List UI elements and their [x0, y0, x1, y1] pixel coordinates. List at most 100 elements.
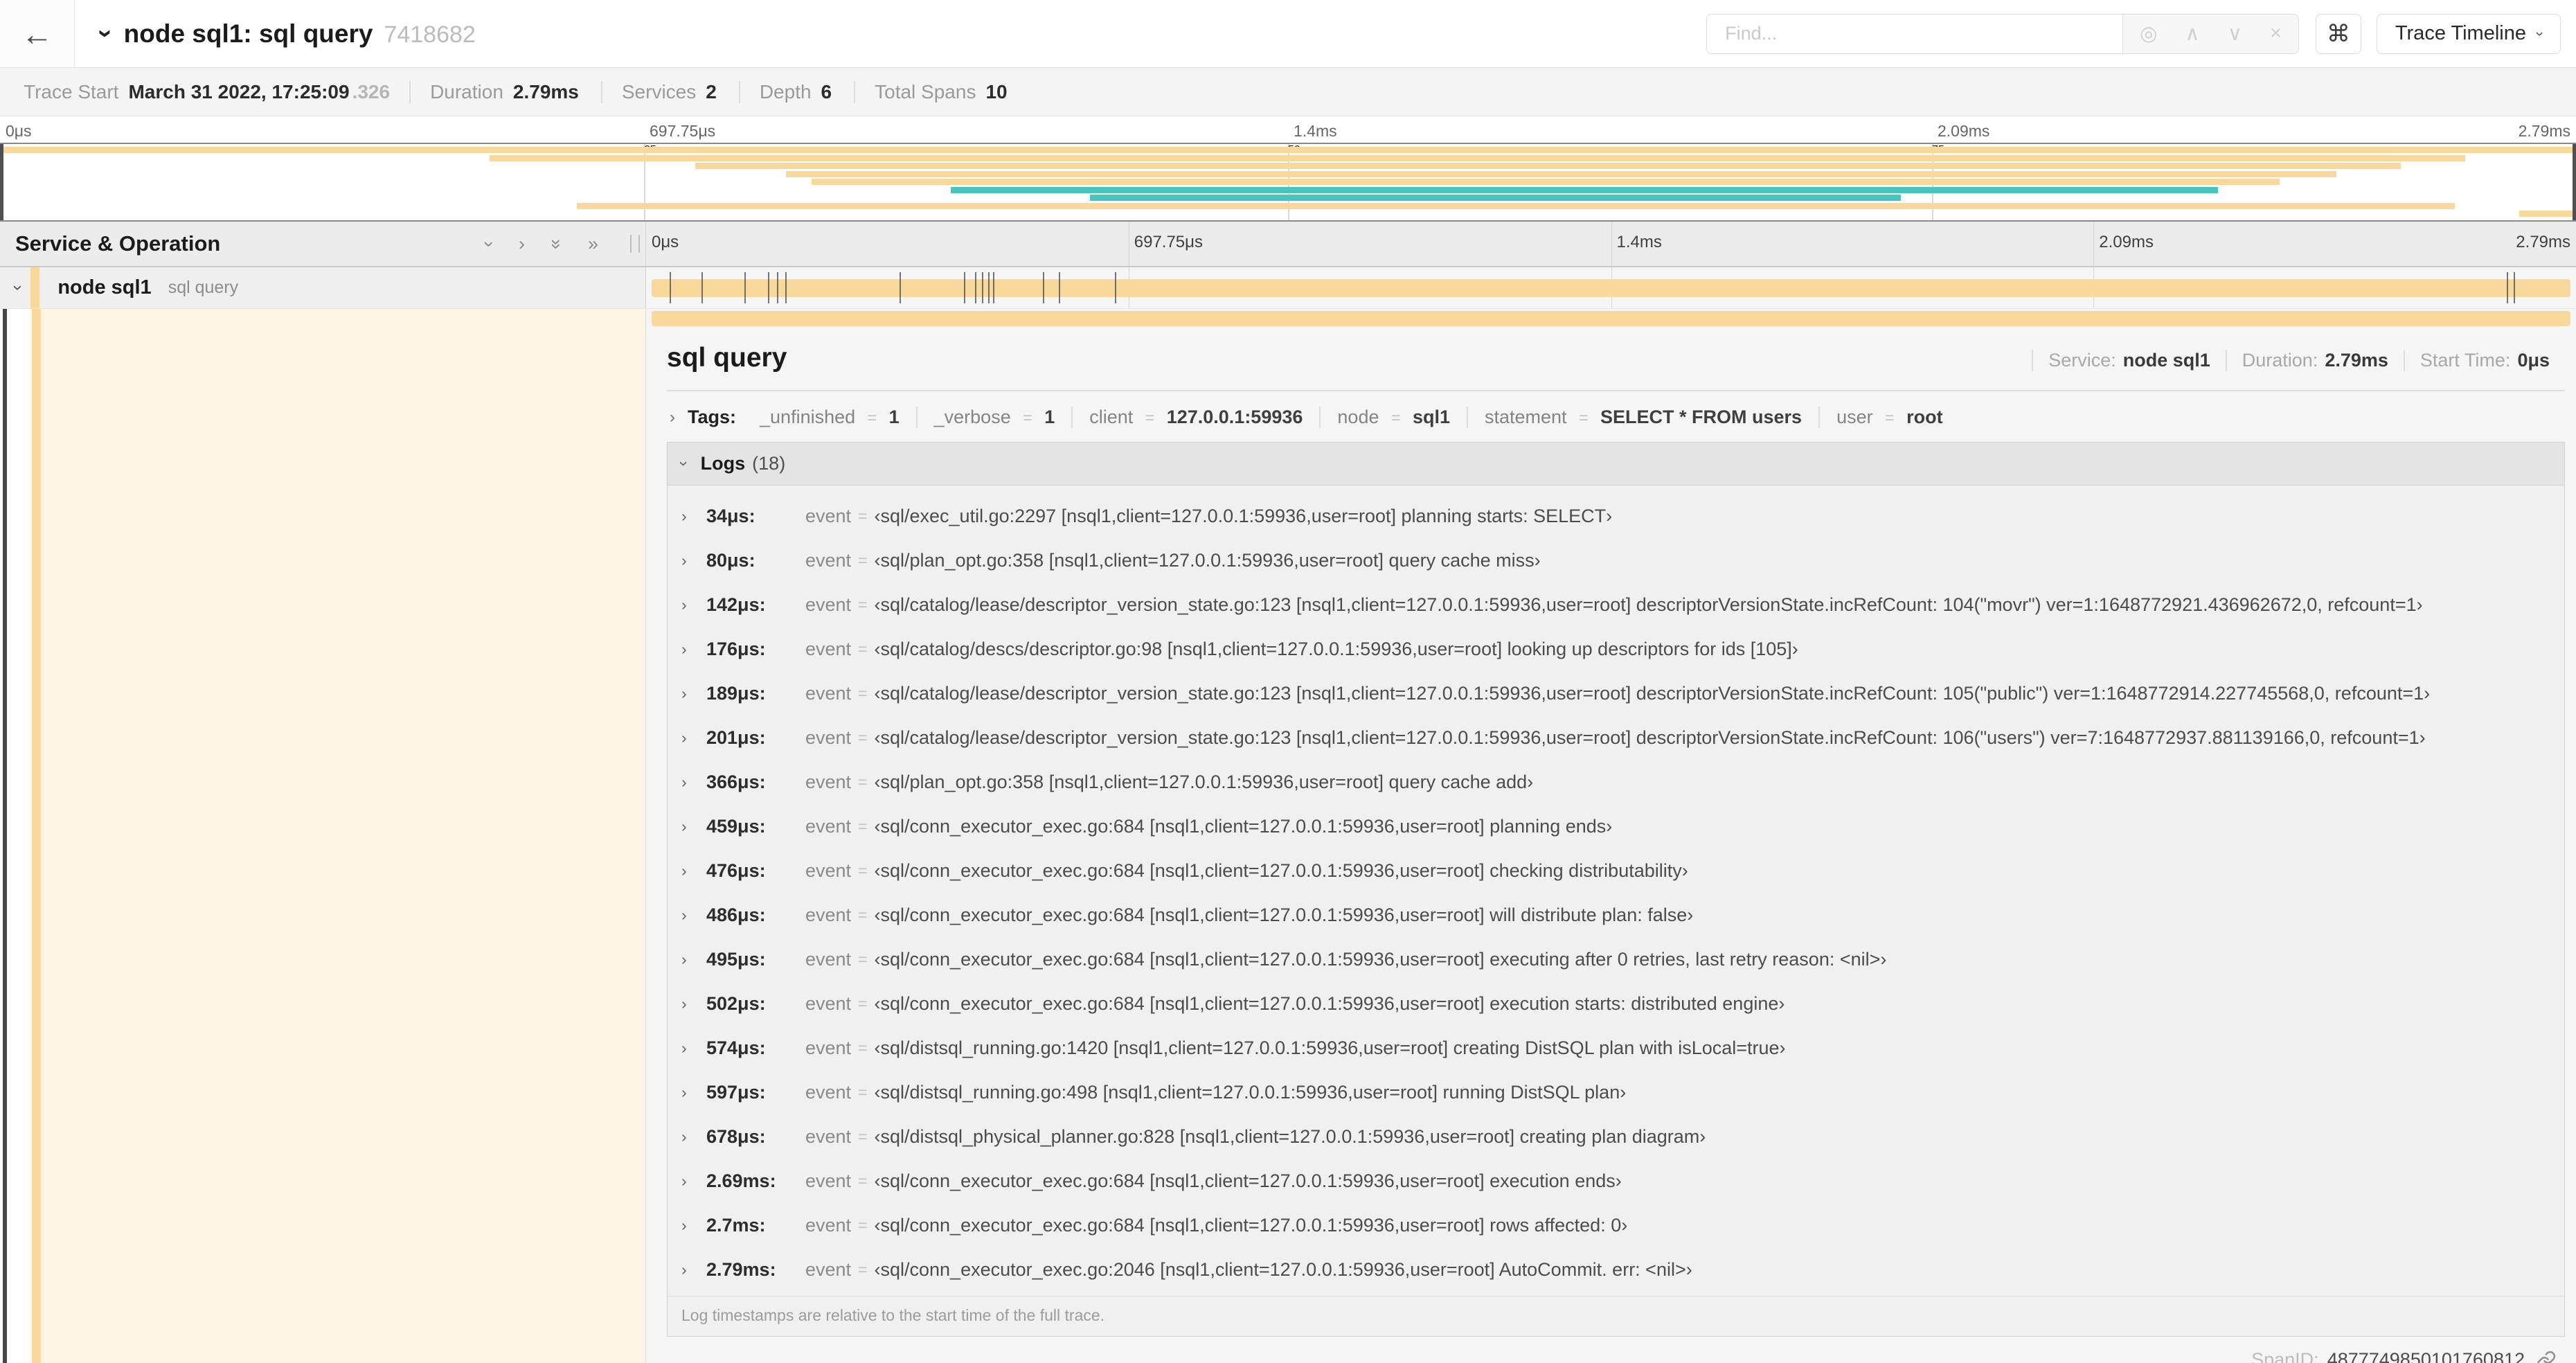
- logs-footnote: Log timestamps are relative to the start…: [668, 1296, 2564, 1336]
- collapse-trace-icon[interactable]: ›: [91, 29, 120, 38]
- log-entry[interactable]: › 2.69ms: event = ‹sql/conn_executor_exe…: [668, 1159, 2564, 1203]
- log-expand-icon[interactable]: ›: [681, 1260, 706, 1279]
- expand-all-icon[interactable]: »: [588, 233, 598, 255]
- keyboard-shortcuts-button[interactable]: ⌘: [2315, 13, 2361, 54]
- log-marker[interactable]: [744, 272, 746, 303]
- log-marker[interactable]: [2507, 272, 2509, 303]
- log-entry[interactable]: › 34μs: event = ‹sql/exec_util.go:2297 […: [668, 494, 2564, 538]
- deep-link-icon[interactable]: [2536, 1350, 2557, 1363]
- minimap-tick-label: 0μs: [6, 122, 32, 140]
- log-expand-icon[interactable]: ›: [681, 551, 706, 570]
- equals-sign: =: [858, 728, 868, 747]
- column-resize-handle[interactable]: [630, 235, 640, 253]
- log-entry[interactable]: › 80μs: event = ‹sql/plan_opt.go:358 [ns…: [668, 538, 2564, 582]
- back-button[interactable]: ←: [0, 0, 75, 67]
- log-expand-icon[interactable]: ›: [681, 995, 706, 1013]
- log-expand-icon[interactable]: ›: [681, 862, 706, 880]
- log-marker[interactable]: [767, 272, 769, 303]
- log-expand-icon[interactable]: ›: [681, 906, 706, 925]
- log-expand-icon[interactable]: ›: [681, 1039, 706, 1058]
- collapse-children-icon[interactable]: ›: [8, 285, 28, 290]
- log-marker[interactable]: [1059, 272, 1061, 303]
- log-entry[interactable]: › 502μs: event = ‹sql/conn_executor_exec…: [668, 981, 2564, 1026]
- span-id-value: 4877749850101760812: [2327, 1349, 2525, 1363]
- next-match-icon[interactable]: ∨: [2228, 21, 2242, 46]
- log-expand-icon[interactable]: ›: [681, 507, 706, 526]
- span-duration-bar[interactable]: [652, 278, 2570, 297]
- log-expand-icon[interactable]: ›: [681, 1128, 706, 1146]
- minimap-canvas[interactable]: 25 50 75: [0, 143, 2576, 222]
- log-marker[interactable]: [1043, 272, 1045, 303]
- tags-expand-icon[interactable]: ›: [670, 408, 675, 427]
- log-field-key: event: [805, 505, 852, 526]
- minimap-span-bar: [0, 147, 2576, 153]
- expand-one-icon[interactable]: ›: [519, 233, 525, 255]
- minimap-span-bar: [577, 202, 2456, 209]
- log-marker[interactable]: [899, 272, 901, 303]
- minimap-span-bar: [785, 170, 2337, 177]
- log-expand-icon[interactable]: ›: [681, 817, 706, 836]
- detail-span-accent-bar[interactable]: [652, 311, 2570, 326]
- collapse-deep-icon[interactable]: »: [546, 238, 567, 249]
- log-expand-icon[interactable]: ›: [681, 773, 706, 792]
- log-expand-icon[interactable]: ›: [681, 1083, 706, 1102]
- log-entry[interactable]: › 142μs: event = ‹sql/catalog/lease/desc…: [668, 582, 2564, 627]
- log-field-key: event: [805, 904, 852, 925]
- tags-section[interactable]: › Tags: _unfinished = 1 _verbose = 1 cli…: [667, 407, 2565, 428]
- log-entry[interactable]: › 2.7ms: event = ‹sql/conn_executor_exec…: [668, 1203, 2564, 1247]
- minimap-drag-handle-left[interactable]: [0, 144, 3, 220]
- log-marker[interactable]: [669, 272, 671, 303]
- log-entry[interactable]: › 574μs: event = ‹sql/distsql_running.go…: [668, 1026, 2564, 1070]
- prev-match-icon[interactable]: ∧: [2185, 21, 2199, 46]
- minimap-drag-handle-right[interactable]: [2573, 144, 2576, 220]
- locate-icon[interactable]: ◎: [2140, 21, 2157, 46]
- span-row-name-cell[interactable]: › node sql1 sql query: [0, 267, 646, 308]
- log-marker[interactable]: [2514, 272, 2516, 303]
- log-marker[interactable]: [701, 272, 703, 303]
- logs-header[interactable]: › Logs (18): [668, 443, 2564, 485]
- log-marker[interactable]: [1115, 272, 1117, 303]
- summary-item: Services 2: [600, 80, 739, 103]
- log-entry[interactable]: › 597μs: event = ‹sql/distsql_running.go…: [668, 1070, 2564, 1114]
- log-marker[interactable]: [988, 272, 990, 303]
- log-marker[interactable]: [963, 272, 965, 303]
- log-field-key: event: [805, 859, 852, 881]
- minimap-span-bar: [2519, 211, 2576, 217]
- log-expand-icon[interactable]: ›: [681, 684, 706, 703]
- log-marker[interactable]: [785, 272, 787, 303]
- service-name[interactable]: node sql1: [57, 276, 151, 299]
- log-marker[interactable]: [776, 272, 778, 303]
- log-field-value: ‹sql/plan_opt.go:358 [nsql1,client=127.0…: [874, 549, 1541, 571]
- log-entry[interactable]: › 366μs: event = ‹sql/plan_opt.go:358 [n…: [668, 760, 2564, 804]
- log-entry[interactable]: › 201μs: event = ‹sql/catalog/lease/desc…: [668, 715, 2564, 760]
- log-entry[interactable]: › 176μs: event = ‹sql/catalog/descs/desc…: [668, 627, 2564, 671]
- log-expand-icon[interactable]: ›: [681, 640, 706, 659]
- span-tree-indent-guide[interactable]: [3, 309, 7, 1363]
- log-entry[interactable]: › 678μs: event = ‹sql/distsql_physical_p…: [668, 1114, 2564, 1159]
- log-marker[interactable]: [982, 272, 984, 303]
- log-expand-icon[interactable]: ›: [681, 596, 706, 614]
- clear-find-icon[interactable]: ×: [2270, 22, 2282, 45]
- collapse-all-icon[interactable]: ›: [478, 241, 500, 247]
- log-entry[interactable]: › 495μs: event = ‹sql/conn_executor_exec…: [668, 937, 2564, 981]
- log-entry[interactable]: › 476μs: event = ‹sql/conn_executor_exec…: [668, 848, 2564, 893]
- tags-label: Tags:: [688, 407, 737, 427]
- trace-view-select[interactable]: Trace Timeline ›: [2376, 13, 2561, 54]
- find-input[interactable]: [1707, 14, 2123, 53]
- logs-collapse-icon[interactable]: ›: [674, 461, 693, 467]
- log-field-value: ‹sql/conn_executor_exec.go:684 [nsql1,cl…: [874, 859, 1688, 881]
- log-entry[interactable]: › 459μs: event = ‹sql/conn_executor_exec…: [668, 804, 2564, 848]
- span-row: › node sql1 sql query: [0, 267, 2576, 309]
- log-entry[interactable]: › 2.79ms: event = ‹sql/conn_executor_exe…: [668, 1247, 2564, 1292]
- log-expand-icon[interactable]: ›: [681, 729, 706, 747]
- log-entry[interactable]: › 189μs: event = ‹sql/catalog/lease/desc…: [668, 671, 2564, 715]
- equals-sign: =: [858, 1260, 868, 1279]
- log-expand-icon[interactable]: ›: [681, 1172, 706, 1191]
- log-entry[interactable]: › 486μs: event = ‹sql/conn_executor_exec…: [668, 893, 2564, 937]
- log-marker[interactable]: [993, 272, 995, 303]
- log-expand-icon[interactable]: ›: [681, 950, 706, 969]
- log-marker[interactable]: [975, 272, 977, 303]
- log-field-value: ‹sql/catalog/lease/descriptor_version_st…: [874, 682, 2431, 704]
- log-expand-icon[interactable]: ›: [681, 1216, 706, 1235]
- log-field-key: event: [805, 992, 852, 1014]
